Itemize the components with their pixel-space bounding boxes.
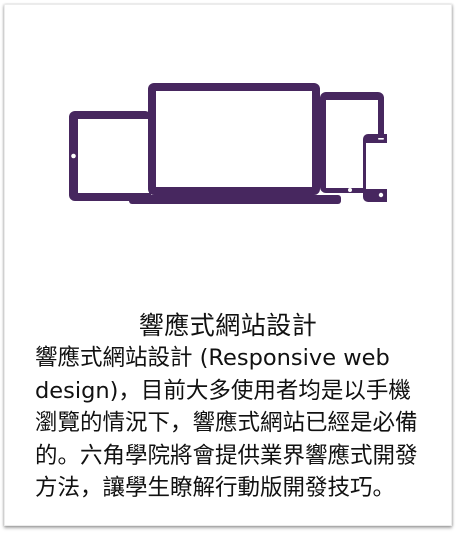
card-description: 響應式網站設計 (Responsive web design)，目前大多使用者均…	[35, 345, 418, 501]
responsive-devices-illustration	[69, 83, 387, 204]
laptop-icon	[129, 83, 341, 204]
tablet-icon	[69, 111, 151, 201]
phone-icon	[363, 134, 387, 202]
feature-card: 響應式網站設計 響應式網站設計 (Responsive web design)，…	[4, 4, 452, 526]
card-title: 響應式網站設計	[138, 310, 318, 340]
